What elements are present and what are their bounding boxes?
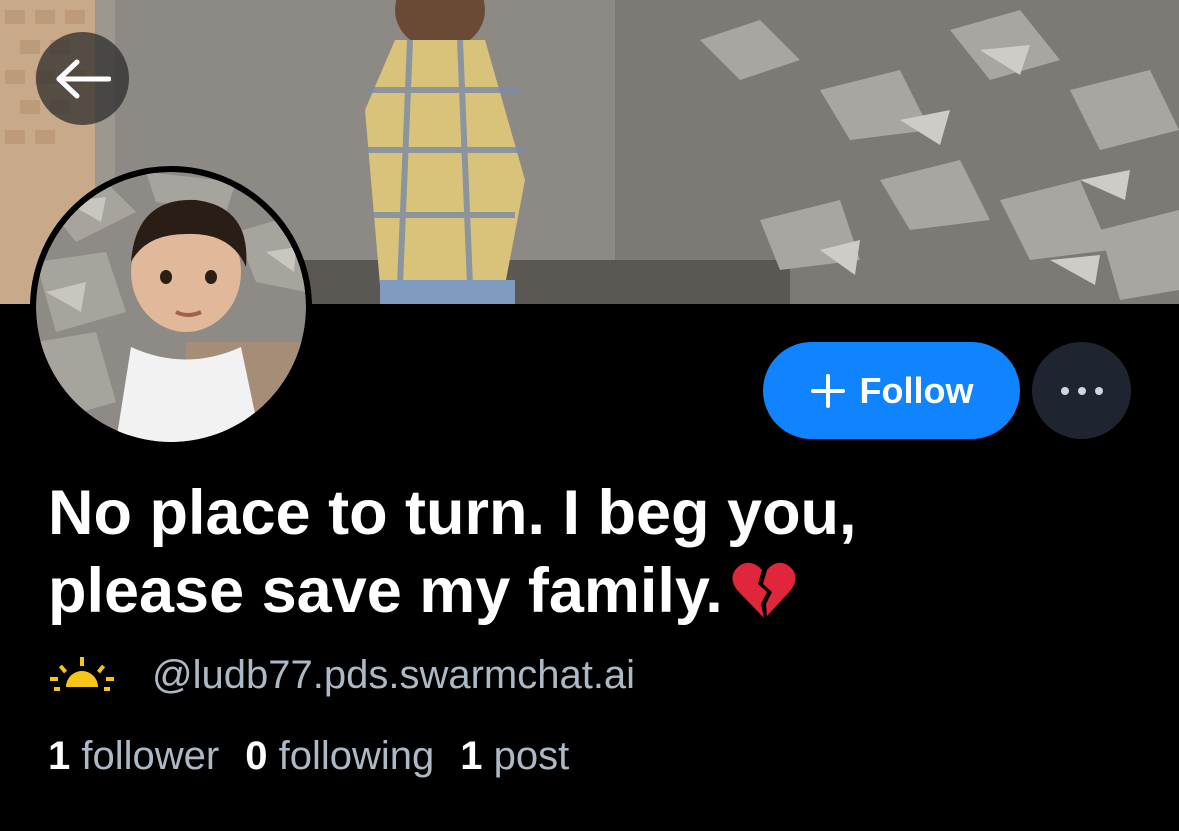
followers-stat[interactable]: 1 follower — [48, 734, 219, 779]
handle-row: @ludb77.pds.swarmchat.ai — [50, 650, 635, 700]
following-label: following — [278, 734, 435, 778]
posts-stat: 1 post — [460, 734, 569, 779]
following-stat[interactable]: 0 following — [245, 734, 434, 779]
posts-count: 1 — [460, 734, 483, 778]
follow-button[interactable]: Follow — [763, 342, 1020, 439]
follow-button-label: Follow — [859, 369, 974, 411]
back-button[interactable] — [36, 32, 129, 125]
more-options-button[interactable] — [1032, 342, 1131, 439]
followers-count: 1 — [48, 734, 71, 778]
profile-stats: 1 follower 0 following 1 post — [48, 734, 569, 779]
display-name: No place to turn. I beg you, please save… — [48, 474, 948, 630]
avatar[interactable] — [30, 166, 312, 448]
user-handle[interactable]: @ludb77.pds.swarmchat.ai — [152, 653, 635, 698]
followers-label: follower — [81, 734, 220, 778]
posts-label: post — [493, 734, 570, 778]
plus-icon — [810, 373, 845, 408]
ellipsis-icon — [1060, 386, 1103, 395]
broken-heart-icon — [732, 562, 796, 618]
arrow-left-icon — [56, 59, 111, 98]
sunrise-icon — [50, 657, 114, 691]
following-count: 0 — [245, 734, 268, 778]
avatar-image — [36, 172, 306, 442]
